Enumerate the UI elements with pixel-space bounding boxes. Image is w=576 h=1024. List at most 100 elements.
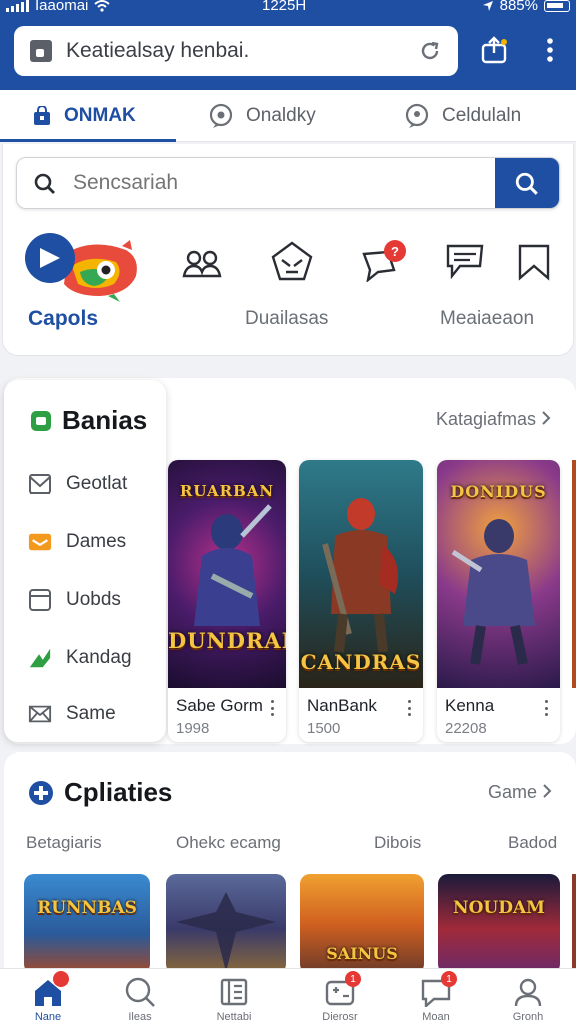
side-menu-item[interactable]: Dames [28, 530, 126, 554]
reload-icon[interactable] [410, 31, 450, 71]
tab-label: Onaldky [246, 105, 316, 126]
game-tile[interactable] [166, 874, 286, 974]
nav-profile[interactable]: Gronh [488, 975, 568, 1023]
next-tile-peek [572, 874, 576, 968]
signal-icon [6, 0, 29, 12]
game-name: NanBank [307, 696, 377, 715]
filter-chip[interactable]: Betagiaris [26, 833, 102, 853]
carrier-text: Iaaomai [35, 0, 89, 14]
game-card[interactable]: DONIDUS Kenna 22208 [437, 460, 560, 742]
profile-icon [514, 978, 542, 1007]
game-name: Kenna [445, 696, 495, 715]
filter-chip[interactable]: Badod [508, 833, 557, 853]
logo-label: Capols [28, 307, 99, 330]
category-group[interactable] [180, 246, 224, 285]
side-menu-item[interactable]: Same [28, 702, 116, 726]
tab-underline [0, 139, 176, 142]
game-tile[interactable]: RUNNBAS [24, 874, 150, 974]
bookmark-icon [518, 244, 550, 281]
nav-label: Nettabi [216, 1011, 252, 1023]
battery-text: 885% [499, 0, 538, 14]
game-tile[interactable]: NOUDAM [438, 874, 560, 974]
filter-chip[interactable]: Ohekc ecamg [176, 833, 281, 853]
nav-games[interactable]: 1 Dierosr [300, 971, 380, 1023]
url-text[interactable]: Keatiealsay henbai. [66, 39, 410, 63]
app-logo[interactable] [24, 232, 142, 309]
side-menu-title: Banias [62, 405, 148, 435]
menu-button[interactable] [530, 30, 570, 70]
category-chat[interactable]: ? [360, 240, 406, 287]
group-icon [182, 250, 222, 278]
nav-home[interactable]: Nane [8, 971, 88, 1023]
nav-label: Nane [34, 1011, 62, 1023]
trend-icon [28, 646, 52, 670]
tab-onaldky[interactable]: Onaldky [208, 90, 316, 142]
window-icon [28, 588, 52, 612]
wifi-icon [94, 0, 111, 12]
more-options-icon[interactable] [266, 698, 278, 718]
browser-top-bar: Iaaomai 1225H 885% Keatiealsay henbai. [0, 0, 576, 90]
search-input[interactable] [73, 158, 493, 208]
notification-badge: ? [384, 240, 406, 262]
tab-onmak[interactable]: ONMAK [0, 90, 176, 142]
battery-icon [544, 0, 570, 12]
more-options-icon[interactable] [403, 698, 415, 718]
envelope-icon [28, 702, 52, 726]
site-icon [30, 40, 52, 62]
plus-cross-icon [29, 781, 53, 805]
tab-label: Celdulaln [442, 105, 522, 126]
category-message[interactable] [444, 242, 486, 287]
pentagon-face-icon [271, 241, 313, 281]
message-icon [446, 244, 484, 280]
filter-chip[interactable]: Dibois [374, 833, 421, 853]
tab-label: ONMAK [64, 105, 136, 126]
tile-art-title: RUNNBAS [37, 898, 137, 918]
side-menu-label: Geotlat [66, 473, 128, 494]
search-bar[interactable] [16, 157, 560, 209]
nav-label: Ileas [128, 1011, 152, 1023]
location-icon [482, 0, 493, 11]
game-art-top-title: RUARBAN [179, 482, 275, 500]
game-name: Sabe Gorm [176, 696, 263, 715]
game-cover-image: RUARBAN DUNDRAB [168, 460, 286, 688]
more-options-icon[interactable] [540, 698, 552, 718]
status-bar: Iaaomai 1225H 885% [0, 0, 576, 18]
game-price: 1500 [307, 720, 341, 737]
search-button[interactable] [495, 158, 559, 208]
nav-chat[interactable]: 1 Moan [396, 971, 476, 1023]
category-label: Duailasas [245, 308, 329, 329]
nav-book[interactable]: Nettabi [194, 975, 274, 1023]
share-button[interactable] [474, 30, 514, 70]
location-pin-icon [405, 103, 429, 128]
checkbox-icon [31, 411, 51, 431]
see-all-link[interactable]: Game [488, 782, 552, 803]
side-menu-label: Kandag [66, 647, 132, 668]
game-card[interactable]: RUARBAN DUNDRAB Sabe Gorm 1998 [168, 460, 286, 742]
game-price: 22208 [445, 720, 487, 737]
search-icon [515, 172, 538, 195]
more-vertical-icon [547, 38, 553, 62]
nav-label: Dierosr [322, 1011, 358, 1023]
chevron-right-icon [542, 411, 551, 425]
see-all-label: Katagiafmas [436, 409, 537, 429]
nav-label: Moan [422, 1011, 450, 1023]
category-bookmark[interactable] [514, 242, 554, 287]
game-tile[interactable]: SAINUS [300, 874, 424, 974]
share-icon [481, 36, 507, 64]
side-menu-item[interactable]: Kandag [28, 646, 132, 670]
side-menu-item[interactable]: Uobds [28, 588, 121, 612]
bag-icon [34, 106, 50, 125]
tab-bar: ONMAK Onaldky Celdulaln [0, 90, 576, 142]
mail-icon [28, 472, 52, 496]
game-card[interactable]: CANDRAS NanBank 1500 [299, 460, 423, 742]
chat-icon [209, 103, 233, 128]
category-pentagon[interactable] [270, 240, 314, 287]
tab-celdulaln[interactable]: Celdulaln [404, 90, 521, 142]
tile-art-title: NOUDAM [453, 898, 545, 918]
side-menu-item[interactable]: Geotlat [28, 472, 127, 496]
see-all-link[interactable]: Katagiafmas [436, 409, 551, 430]
game-art-title: DUNDRAB [168, 628, 286, 653]
next-card-peek [572, 460, 576, 688]
address-bar[interactable]: Keatiealsay henbai. [14, 26, 458, 76]
nav-search[interactable]: Ileas [100, 975, 180, 1023]
